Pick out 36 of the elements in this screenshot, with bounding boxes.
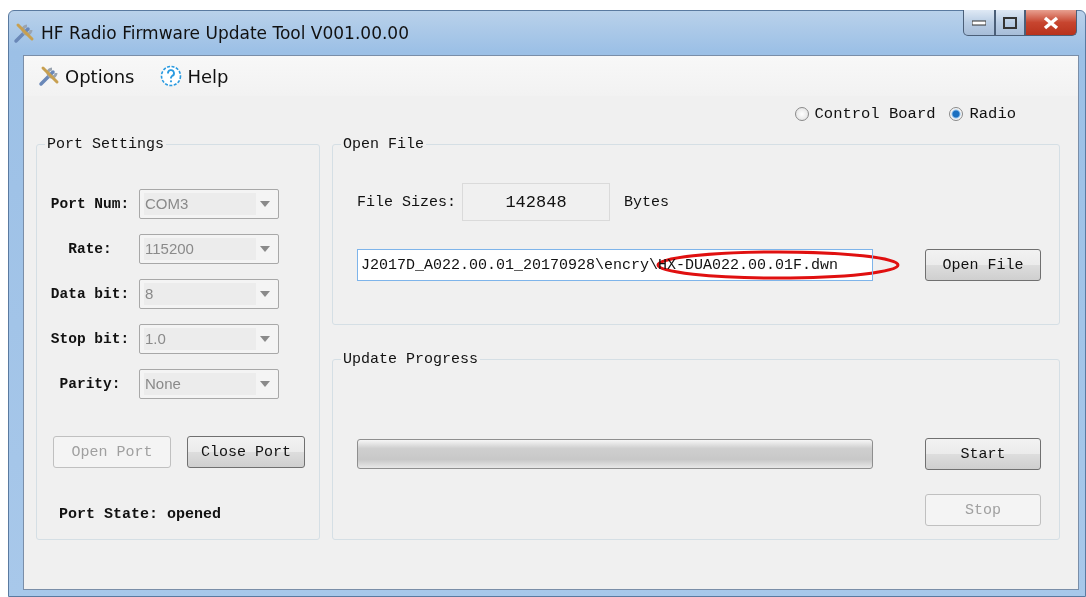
open-file-button[interactable]: Open File bbox=[925, 249, 1041, 281]
help-icon bbox=[160, 65, 183, 87]
app-icon bbox=[13, 22, 35, 44]
field-label: Data bit: bbox=[49, 285, 131, 302]
caret-icon bbox=[260, 245, 270, 252]
close-button[interactable] bbox=[1025, 10, 1077, 36]
minimize-icon bbox=[972, 19, 986, 26]
menu-item[interactable]: Options bbox=[38, 65, 135, 87]
start-button[interactable]: Start bbox=[925, 438, 1041, 470]
radio-option[interactable]: Control Board bbox=[794, 105, 936, 123]
menu-item[interactable]: Help bbox=[160, 65, 229, 87]
caret-icon bbox=[260, 200, 270, 207]
maximize-button[interactable] bbox=[995, 10, 1025, 36]
radio-button[interactable] bbox=[949, 107, 964, 121]
maximize-icon bbox=[1003, 16, 1017, 29]
group-title: Update Progress bbox=[342, 351, 480, 368]
caret-icon bbox=[260, 335, 270, 342]
unit-label: Bytes bbox=[624, 193, 670, 211]
field-label: Port Num: bbox=[49, 195, 131, 212]
port-button[interactable]: Close Port bbox=[187, 436, 305, 468]
field-label: Parity: bbox=[58, 375, 122, 392]
caret-icon bbox=[260, 380, 270, 387]
field-label: File Sizes: bbox=[357, 193, 457, 211]
close-icon bbox=[1043, 15, 1059, 30]
file-size-value: 142848 bbox=[462, 183, 611, 221]
group-title: Open File bbox=[342, 136, 425, 153]
tools-icon bbox=[38, 65, 60, 87]
radio-button[interactable] bbox=[794, 107, 809, 121]
field-label: Rate: bbox=[67, 240, 113, 257]
group-title: Port Settings bbox=[46, 136, 166, 153]
caret-icon bbox=[260, 290, 270, 297]
port-state: Port State: opened bbox=[59, 506, 223, 523]
window-title: HF Radio Firmware Update Tool V001.00.00 bbox=[41, 23, 409, 43]
minimize-button[interactable] bbox=[963, 10, 995, 36]
field-label: Stop bit: bbox=[49, 330, 131, 347]
radio-option[interactable]: Radio bbox=[949, 105, 1016, 123]
